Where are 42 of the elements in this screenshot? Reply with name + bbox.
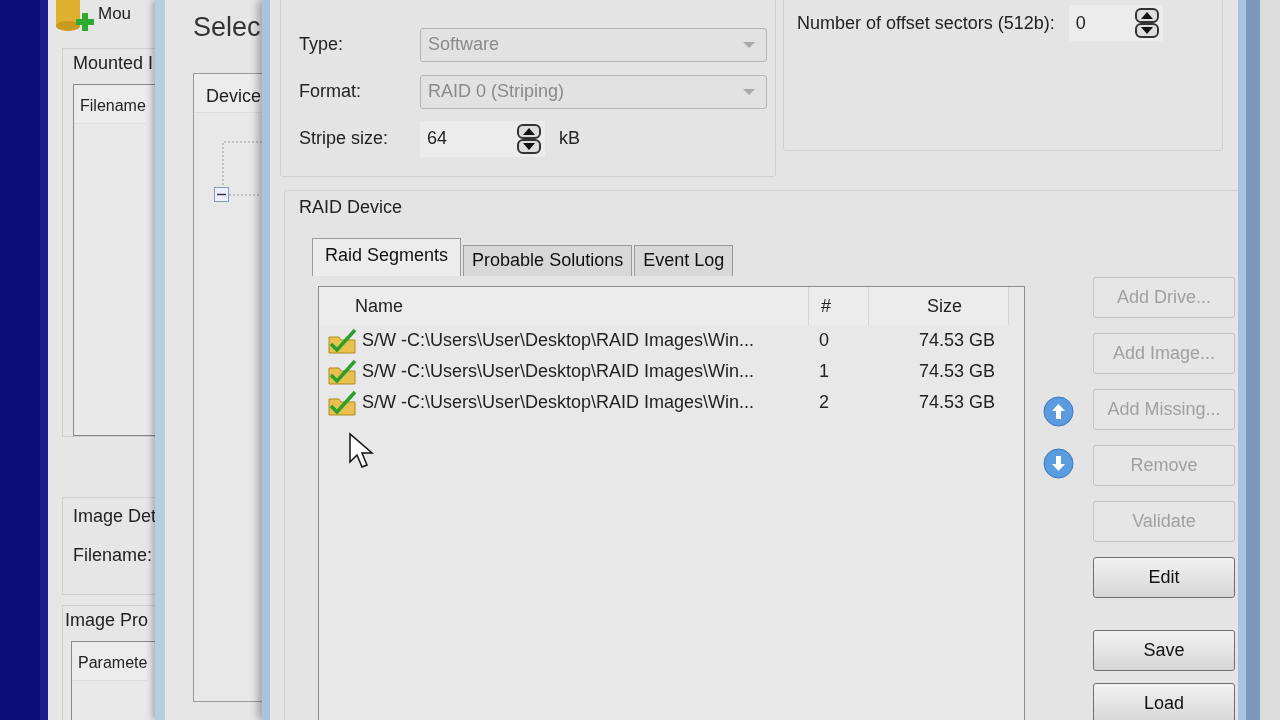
action-button[interactable]: Save [1093, 630, 1235, 671]
folder-check-icon [327, 327, 359, 354]
field-label: Number of offset sectors (512b): [797, 12, 1055, 34]
folder-check-icon [327, 358, 359, 385]
number-field[interactable]: 0 [1068, 5, 1163, 41]
table-cell-text: 74.53 GB [917, 329, 996, 352]
action-button[interactable]: Edit [1093, 557, 1235, 598]
column-header: Name [319, 287, 809, 325]
column-header: Size [869, 287, 1009, 325]
segment-path: S/W -C:\Users\User\Desktop\RAID Images\Win... [362, 330, 755, 351]
tab[interactable]: Probable Solutions [463, 245, 633, 276]
table-cell-text: 1 [818, 360, 830, 383]
folder-check-icon [327, 389, 359, 416]
caret-icon [742, 87, 756, 96]
field-label: Format: [299, 81, 362, 102]
tab[interactable]: Raid Segments [312, 238, 462, 276]
field-label: Stripe size: [299, 128, 390, 149]
table-cell-text: 74.53 GB [917, 391, 996, 414]
field-label: Filename: [73, 545, 153, 565]
collapse-icon[interactable] [214, 187, 229, 202]
table-cell-text: 0 [818, 329, 830, 352]
unit-label: kB [559, 128, 580, 149]
group-title: Mounted I [73, 53, 154, 73]
caret-icon [742, 40, 756, 49]
mouse-pointer-icon [348, 432, 374, 470]
segment-path: S/W -C:\Users\User\Desktop\RAID Images\Win... [362, 392, 755, 413]
database-add-icon [54, 0, 96, 34]
field-label: Type: [299, 34, 345, 55]
table-cell-text: 2 [818, 391, 830, 414]
tab[interactable]: Event Log [634, 245, 734, 276]
tab[interactable]: Image Pro [65, 610, 149, 630]
table-cell-text: 74.53 GB [917, 360, 996, 383]
spinner-arrows-icon[interactable] [1134, 8, 1159, 38]
mount-button[interactable]: Mou [54, 0, 132, 34]
group-title: Image Det [73, 506, 157, 526]
action-button[interactable]: Load [1093, 683, 1235, 720]
segment-path: S/W -C:\Users\User\Desktop\RAID Images\Win... [362, 361, 755, 382]
column-header: # [809, 287, 869, 325]
column-header: Device [194, 74, 265, 113]
spinner-arrows-icon[interactable] [517, 123, 541, 154]
window-title: Selec [193, 12, 262, 43]
number-field[interactable]: 64 [420, 120, 545, 157]
